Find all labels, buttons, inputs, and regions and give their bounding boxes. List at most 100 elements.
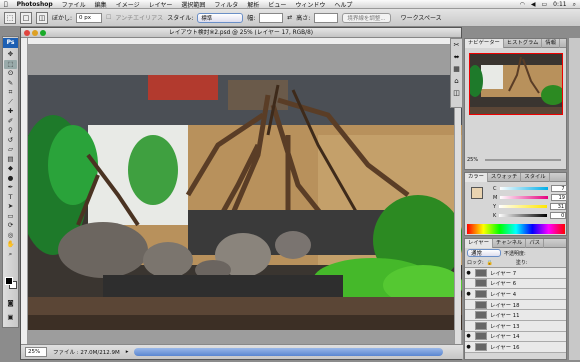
channel-k-value[interactable]: 0 [550,212,567,219]
canvas-area[interactable] [28,45,462,345]
minimize-window-icon[interactable] [32,30,38,36]
swap-icon[interactable]: ⇄ [287,14,292,21]
blend-mode-select[interactable]: 通常 [467,249,501,257]
tab-info[interactable]: 情報 [542,38,561,48]
menu-layer[interactable]: レイヤー [149,0,173,9]
eyedropper-icon[interactable]: ⟋ [4,98,17,108]
menu-view[interactable]: ビュー [268,0,286,9]
move-tool-icon[interactable]: ✥ [4,50,17,60]
layer-row[interactable]: レイヤー 13 [465,320,566,332]
refine-edge-button[interactable]: 境界線を調整... [342,12,391,23]
navigator-zoom-slider[interactable] [485,159,561,161]
wifi-icon[interactable]: ◠ [520,1,525,8]
menu-file[interactable]: ファイル [62,0,86,9]
history-brush-icon[interactable]: ↺ [4,136,17,146]
menu-image[interactable]: イメージ [116,0,140,9]
dodge-tool-icon[interactable]: ● [4,174,17,184]
menu-help[interactable]: ヘルプ [334,0,352,9]
feather-input[interactable]: 0 px [76,12,103,23]
tab-layers[interactable]: レイヤー [465,238,494,248]
color-slider-k[interactable]: K 0 [493,212,567,219]
history-icon[interactable]: ▦ [451,63,462,75]
battery-icon[interactable]: ▭ [541,1,547,8]
clock[interactable]: 0:11 [553,1,566,8]
color-slider-m[interactable]: M 19 [493,194,567,201]
layer-row[interactable]: ● レイヤー 14 [465,331,566,343]
spotlight-icon[interactable]: ⌕ [573,1,576,9]
lasso-tool-icon[interactable]: ʘ [4,69,17,79]
panel-dock-scrollbar[interactable] [568,38,580,360]
healing-brush-icon[interactable]: ✚ [4,107,17,117]
eye-icon[interactable]: ● [465,291,472,297]
foreground-color-swatch[interactable] [471,187,483,199]
quick-mask-icon[interactable]: ◙ [4,299,17,309]
zoom-tool-icon[interactable]: ⌕ [4,250,17,260]
menu-app-name[interactable]: Photoshop [17,1,53,8]
layer-row[interactable]: レイヤー 11 [465,310,566,321]
width-input[interactable] [259,12,284,23]
actions-icon[interactable]: ⌂ [451,75,462,87]
color-slider-y[interactable]: Y 31 [493,203,567,210]
close-window-icon[interactable] [24,30,30,36]
zoom-window-icon[interactable] [40,30,46,36]
status-arrow-icon[interactable]: ▸ [126,349,129,355]
navigator-zoom-value[interactable]: 25% [467,157,478,163]
foreground-color-swatch[interactable] [5,277,13,285]
menu-window[interactable]: ウィンドウ [295,0,325,9]
new-selection-icon[interactable]: □ [20,11,32,24]
color-slider-c[interactable]: C 7 [493,185,567,192]
volume-icon[interactable]: ◀ [531,1,536,8]
quick-select-icon[interactable]: ✎ [4,79,17,89]
pen-tool-icon[interactable]: ✒ [4,183,17,193]
type-tool-icon[interactable]: T [4,193,17,203]
layer-row[interactable]: レイヤー 6 [465,278,566,290]
height-input[interactable] [314,12,339,23]
tab-color[interactable]: カラー [465,172,488,182]
document-titlebar[interactable]: レイアウト検討※2.psd @ 25% (レイヤー 17, RGB/8) [21,28,461,38]
brush-tool-icon[interactable]: ✐ [4,117,17,127]
layer-row[interactable]: ● レイヤー 7 [465,268,566,279]
apple-menu-icon[interactable]:  [4,1,8,8]
tab-navigator[interactable]: ナビゲーター [465,38,504,48]
blur-tool-icon[interactable]: ◆ [4,164,17,174]
tool-presets-icon[interactable]: ✂ [451,39,462,51]
vertical-ruler[interactable] [21,38,28,345]
marquee-tool-icon[interactable]: ⬚ [4,11,16,24]
crop-tool-icon[interactable]: ⌗ [4,88,17,98]
navigator-view-box[interactable] [469,53,563,115]
workspace-menu[interactable]: ワークスペース [401,13,442,22]
channel-y-value[interactable]: 31 [550,203,567,210]
channel-y-bar[interactable] [499,205,548,208]
channel-c-bar[interactable] [499,187,548,190]
menu-edit[interactable]: 編集 [95,0,107,9]
tab-swatches[interactable]: スウォッチ [488,172,522,182]
tab-histogram[interactable]: ヒストグラム [504,38,543,48]
file-size-info[interactable]: ファイル : 27.0M/212.9M [53,348,120,356]
tab-channels[interactable]: チャンネル [493,238,527,248]
channel-k-bar[interactable] [499,214,548,217]
brushes-icon[interactable]: ⬌ [451,51,462,63]
channel-m-bar[interactable] [500,196,549,199]
marquee-tool-icon[interactable]: ⬚ [4,59,17,69]
lock-icon[interactable]: 🔒 [487,260,493,266]
channel-m-value[interactable]: 19 [551,194,567,201]
gradient-tool-icon[interactable]: ▤ [4,155,17,165]
screen-mode-icon[interactable]: ▣ [4,313,17,323]
layer-row[interactable]: ● レイヤー 4 [465,289,566,300]
horizontal-scrollbar[interactable] [134,348,443,356]
3d-rotate-icon[interactable]: ⟳ [4,221,17,231]
menu-select[interactable]: 選択範囲 [181,0,205,9]
shape-tool-icon[interactable]: ▭ [4,212,17,222]
layer-row[interactable]: ● レイヤー 16 [465,342,566,353]
horizontal-ruler[interactable] [28,38,461,45]
add-selection-icon[interactable]: ◫ [36,11,48,24]
tab-styles[interactable]: スタイル [521,172,550,182]
channel-c-value[interactable]: 7 [550,185,567,192]
tab-paths[interactable]: パス [526,238,544,248]
antialias-checkbox[interactable]: ☐ [106,14,111,21]
style-select[interactable]: 標準 [197,12,244,23]
eraser-tool-icon[interactable]: ▱ [4,145,17,155]
menu-filter[interactable]: フィルタ [214,0,238,9]
layer-row[interactable]: レイヤー 18 [465,299,566,311]
clone-source-icon[interactable]: ◫ [451,87,462,99]
